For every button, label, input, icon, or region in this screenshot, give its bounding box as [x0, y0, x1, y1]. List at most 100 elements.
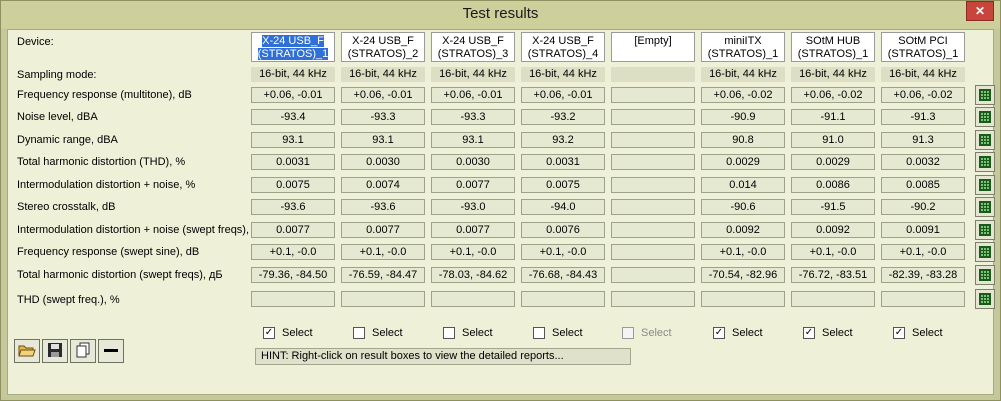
- select-checkbox[interactable]: ✓ Select: [713, 326, 763, 340]
- device-header[interactable]: SOtM HUB (STRATOS)_1: [791, 32, 875, 62]
- device-header[interactable]: X-24 USB_F (STRATOS)_3: [431, 32, 515, 62]
- device-header[interactable]: [Empty]: [611, 32, 695, 62]
- result-box[interactable]: 0.014: [701, 177, 785, 193]
- result-box[interactable]: 91.3: [881, 132, 965, 148]
- result-box[interactable]: 90.8: [701, 132, 785, 148]
- result-box[interactable]: 0.0085: [881, 177, 965, 193]
- result-box[interactable]: 0.0074: [341, 177, 425, 193]
- result-box[interactable]: +0.1, -0.0: [521, 244, 605, 260]
- result-box[interactable]: 0.0032: [881, 154, 965, 170]
- select-checkbox[interactable]: ✓ Select: [803, 326, 853, 340]
- result-box[interactable]: [611, 199, 695, 215]
- result-box[interactable]: [611, 267, 695, 283]
- result-box[interactable]: 0.0029: [701, 154, 785, 170]
- result-box[interactable]: [611, 244, 695, 260]
- report-table-button[interactable]: [975, 289, 995, 309]
- report-table-button[interactable]: [975, 175, 995, 195]
- result-box[interactable]: -79.36, -84.50: [251, 267, 335, 283]
- report-table-button[interactable]: [975, 152, 995, 172]
- result-box[interactable]: [791, 291, 875, 307]
- result-box[interactable]: [611, 87, 695, 103]
- result-box[interactable]: -93.3: [341, 109, 425, 125]
- result-box[interactable]: 0.0092: [791, 222, 875, 238]
- result-box[interactable]: -70.54, -82.96: [701, 267, 785, 283]
- result-box[interactable]: +0.06, -0.01: [341, 87, 425, 103]
- result-box[interactable]: -90.9: [701, 109, 785, 125]
- report-table-button[interactable]: [975, 265, 995, 285]
- result-box[interactable]: 0.0077: [341, 222, 425, 238]
- select-checkbox[interactable]: ✓ Select: [263, 326, 313, 340]
- result-box[interactable]: [611, 132, 695, 148]
- select-checkbox[interactable]: Select: [353, 326, 403, 340]
- result-box[interactable]: [611, 291, 695, 307]
- result-box[interactable]: 0.0091: [881, 222, 965, 238]
- result-box[interactable]: [701, 291, 785, 307]
- open-folder-button[interactable]: [14, 339, 40, 363]
- result-box[interactable]: +0.06, -0.01: [521, 87, 605, 103]
- select-checkbox[interactable]: ✓ Select: [893, 326, 943, 340]
- result-box[interactable]: [611, 154, 695, 170]
- result-box[interactable]: 93.1: [251, 132, 335, 148]
- device-header[interactable]: X-24 USB_F (STRATOS)_1: [251, 32, 335, 62]
- result-box[interactable]: -90.2: [881, 199, 965, 215]
- result-box[interactable]: +0.06, -0.02: [791, 87, 875, 103]
- device-header[interactable]: SOtM PCI (STRATOS)_1: [881, 32, 965, 62]
- title-bar[interactable]: Test results ✕: [1, 1, 1000, 29]
- result-box[interactable]: 0.0075: [521, 177, 605, 193]
- result-box[interactable]: -91.1: [791, 109, 875, 125]
- result-box[interactable]: [611, 177, 695, 193]
- select-checkbox[interactable]: Select: [443, 326, 493, 340]
- result-box[interactable]: -93.3: [431, 109, 515, 125]
- result-box[interactable]: +0.1, -0.0: [341, 244, 425, 260]
- result-box[interactable]: 93.1: [341, 132, 425, 148]
- result-box[interactable]: -93.4: [251, 109, 335, 125]
- result-box[interactable]: 93.1: [431, 132, 515, 148]
- result-box[interactable]: [881, 291, 965, 307]
- result-box[interactable]: +0.06, -0.01: [251, 87, 335, 103]
- result-box[interactable]: -82.39, -83.28: [881, 267, 965, 283]
- result-box[interactable]: +0.1, -0.0: [791, 244, 875, 260]
- result-box[interactable]: 0.0029: [791, 154, 875, 170]
- save-button[interactable]: [42, 339, 68, 363]
- result-box[interactable]: -93.6: [251, 199, 335, 215]
- result-box[interactable]: 0.0076: [521, 222, 605, 238]
- copy-button[interactable]: [70, 339, 96, 363]
- device-header[interactable]: X-24 USB_F (STRATOS)_4: [521, 32, 605, 62]
- report-table-button[interactable]: [975, 242, 995, 262]
- report-table-button[interactable]: [975, 220, 995, 240]
- result-box[interactable]: +0.06, -0.01: [431, 87, 515, 103]
- result-box[interactable]: 0.0075: [251, 177, 335, 193]
- result-box[interactable]: 0.0077: [431, 222, 515, 238]
- report-table-button[interactable]: [975, 130, 995, 150]
- result-box[interactable]: [341, 291, 425, 307]
- device-header[interactable]: X-24 USB_F (STRATOS)_2: [341, 32, 425, 62]
- result-box[interactable]: -76.59, -84.47: [341, 267, 425, 283]
- result-box[interactable]: 0.0030: [431, 154, 515, 170]
- result-box[interactable]: [431, 291, 515, 307]
- result-box[interactable]: +0.1, -0.0: [251, 244, 335, 260]
- result-box[interactable]: 0.0077: [431, 177, 515, 193]
- result-box[interactable]: -76.72, -83.51: [791, 267, 875, 283]
- result-box[interactable]: +0.06, -0.02: [701, 87, 785, 103]
- result-box[interactable]: 0.0030: [341, 154, 425, 170]
- result-box[interactable]: -93.6: [341, 199, 425, 215]
- report-table-button[interactable]: [975, 107, 995, 127]
- result-box[interactable]: -93.2: [521, 109, 605, 125]
- result-box[interactable]: 0.0031: [251, 154, 335, 170]
- close-button[interactable]: ✕: [966, 1, 994, 21]
- device-header[interactable]: miniITX (STRATOS)_1: [701, 32, 785, 62]
- result-box[interactable]: +0.1, -0.0: [701, 244, 785, 260]
- select-checkbox[interactable]: Select: [533, 326, 583, 340]
- result-box[interactable]: +0.1, -0.0: [431, 244, 515, 260]
- result-box[interactable]: -93.0: [431, 199, 515, 215]
- result-box[interactable]: [611, 222, 695, 238]
- result-box[interactable]: -91.5: [791, 199, 875, 215]
- result-box[interactable]: -91.3: [881, 109, 965, 125]
- result-box[interactable]: 0.0031: [521, 154, 605, 170]
- result-box[interactable]: -76.68, -84.43: [521, 267, 605, 283]
- result-box[interactable]: +0.06, -0.02: [881, 87, 965, 103]
- result-box[interactable]: -90.6: [701, 199, 785, 215]
- remove-button[interactable]: [98, 339, 124, 363]
- report-table-button[interactable]: [975, 85, 995, 105]
- result-box[interactable]: [251, 291, 335, 307]
